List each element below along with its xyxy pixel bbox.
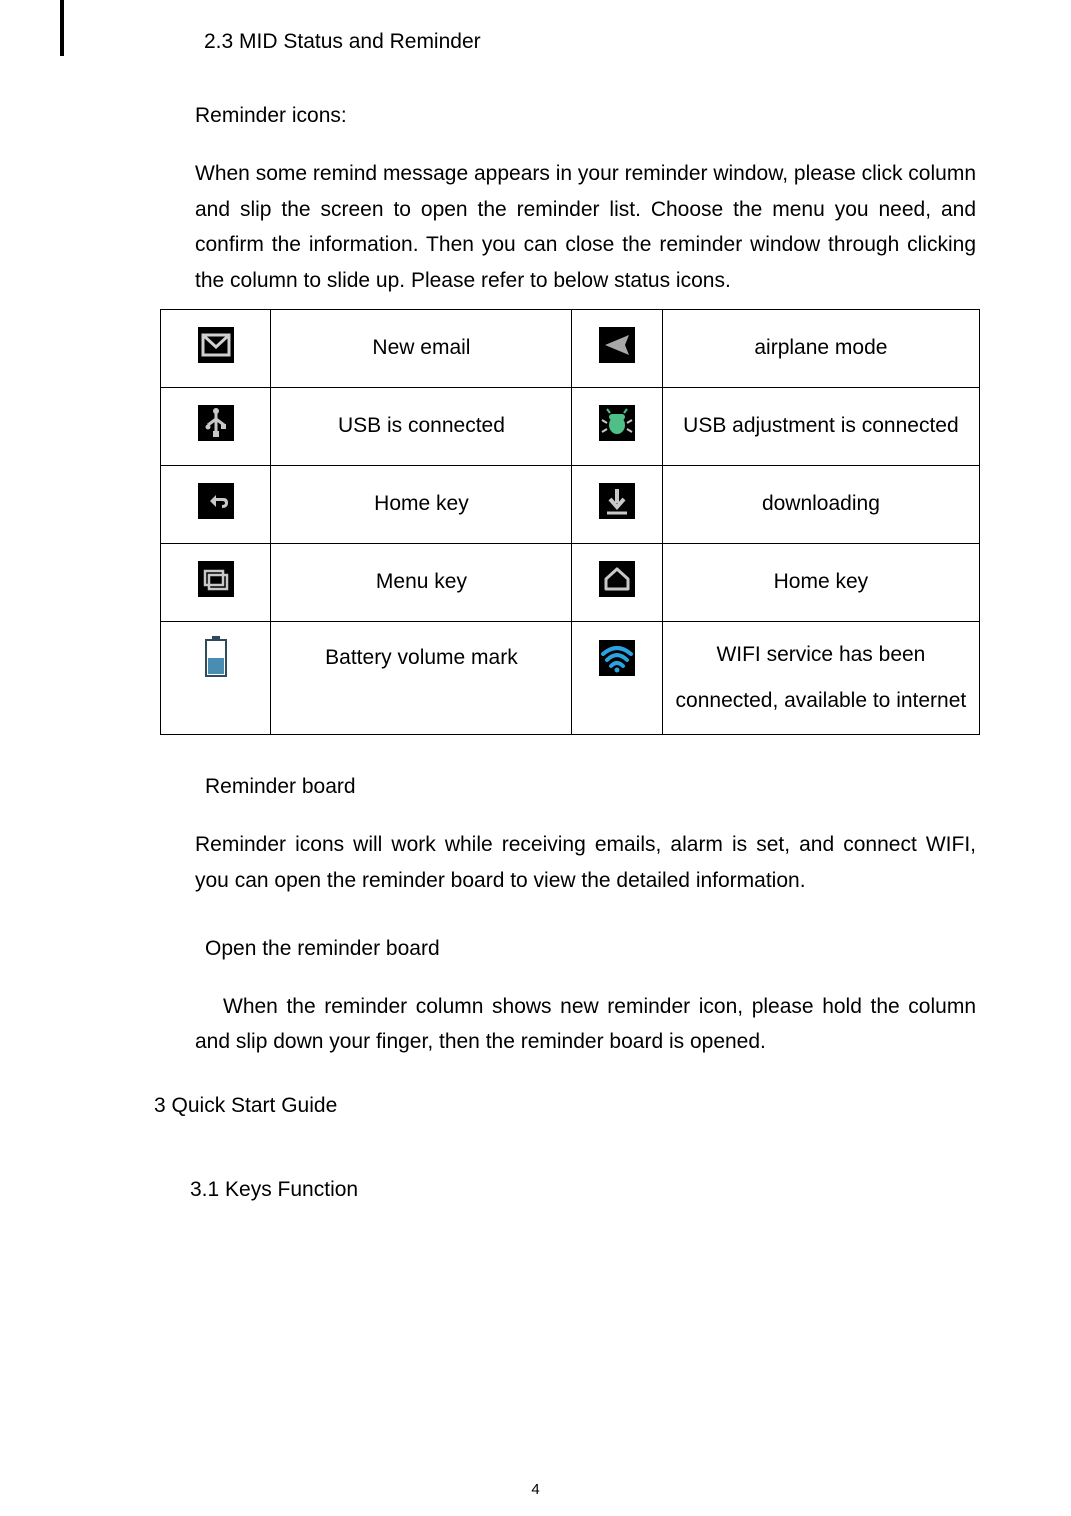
table-row: Battery volume mark WIFI service has been… [161, 621, 980, 734]
reminder-board-paragraph: Reminder icons will work while receiving… [195, 827, 976, 898]
status-icons-table: New emailairplane modeUSB is connectedUS… [160, 309, 980, 735]
icon-cell [572, 309, 662, 387]
table-row: New email airplane mode [161, 309, 980, 387]
icon-cell [161, 621, 271, 734]
icon-cell [161, 465, 271, 543]
icon-cell [572, 387, 662, 465]
icon-label: Home key [271, 465, 572, 543]
reminder-icons-paragraph: When some remind message appears in your… [195, 156, 976, 299]
icon-label: Battery volume mark [271, 621, 572, 734]
wifi-icon [599, 640, 635, 676]
chapter-3-heading: 3 Quick Start Guide [154, 1094, 981, 1118]
section-3-1-heading: 3.1 Keys Function [190, 1178, 981, 1202]
icon-cell [161, 309, 271, 387]
icon-label: airplane mode [662, 309, 979, 387]
airplane-icon [599, 327, 635, 363]
icon-cell [572, 543, 662, 621]
download-icon [599, 483, 635, 519]
usb-debug-icon [599, 405, 635, 441]
section-2-3-heading: 2.3 MID Status and Reminder [204, 30, 981, 54]
reminder-icons-heading: Reminder icons: [195, 104, 976, 128]
page-number: 4 [0, 1481, 1071, 1498]
battery-icon [203, 636, 229, 678]
icon-cell [161, 387, 271, 465]
icon-label: New email [271, 309, 572, 387]
recent-apps-icon [198, 561, 234, 597]
icon-label: USB is connected [271, 387, 572, 465]
document-page: 2.3 MID Status and Reminder Reminder ico… [0, 0, 1071, 1516]
icon-cell [572, 621, 662, 734]
margin-mark [60, 0, 64, 56]
back-icon [198, 483, 234, 519]
icon-label: downloading [662, 465, 979, 543]
open-reminder-board-paragraph: When the reminder column shows new remin… [195, 989, 976, 1060]
icon-cell [572, 465, 662, 543]
home-icon [599, 561, 635, 597]
usb-icon [198, 405, 234, 441]
reminder-board-heading: Reminder board [205, 775, 976, 799]
table-row: USB is connected USB adjustment is connec… [161, 387, 980, 465]
icon-label: Menu key [271, 543, 572, 621]
table-row: Home key downloading [161, 465, 980, 543]
icon-cell [161, 543, 271, 621]
icon-label: Home key [662, 543, 979, 621]
icon-label: WIFI service has been connected, availab… [662, 621, 979, 734]
open-reminder-board-heading: Open the reminder board [205, 937, 976, 961]
table-row: Menu key Home key [161, 543, 980, 621]
icon-label: USB adjustment is connected [662, 387, 979, 465]
email-icon [198, 327, 234, 363]
